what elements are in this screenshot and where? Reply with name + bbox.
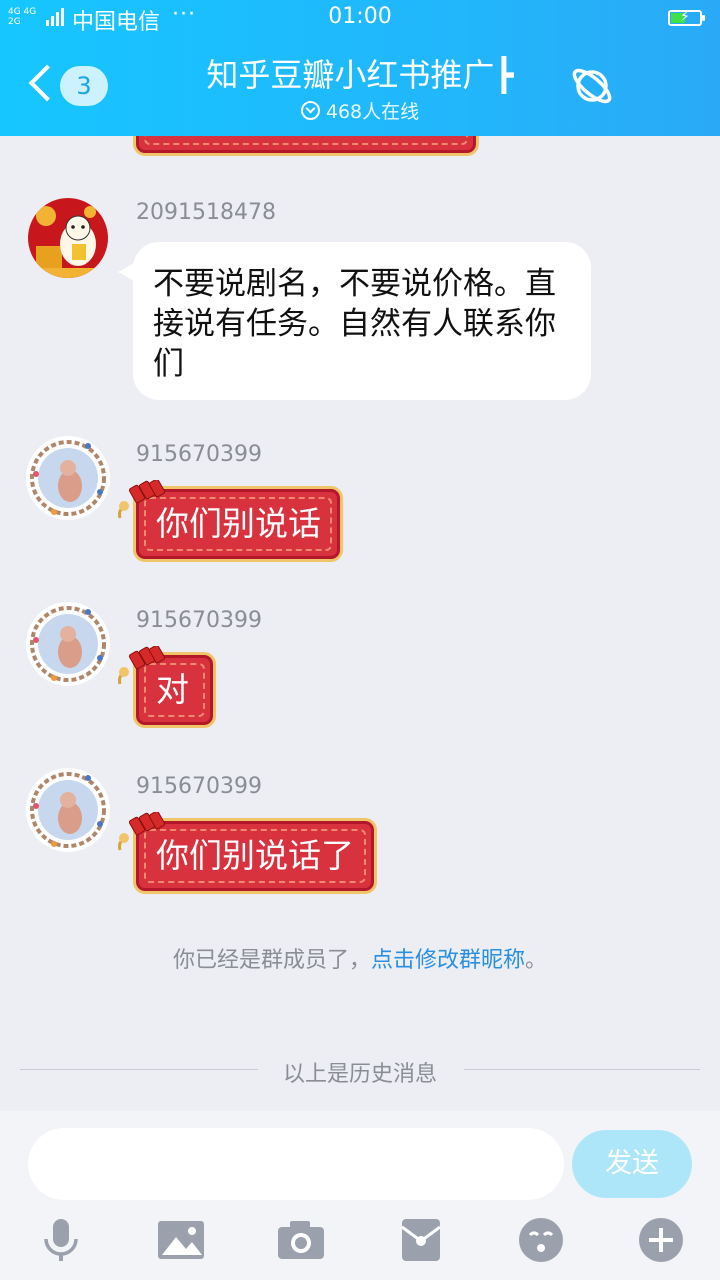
input-bar: 发送 <box>0 1111 720 1280</box>
firecracker-icon <box>118 646 166 685</box>
camera-icon[interactable] <box>276 1215 326 1265</box>
avatar[interactable] <box>24 434 112 522</box>
divider-line-right <box>464 1069 700 1070</box>
message-bubble[interactable]: 不要说剧名，不要说价格。直接说有任务。自然有人联系你们 <box>133 242 591 400</box>
firecracker-icon <box>118 812 166 851</box>
lucky-cat-avatar-icon <box>28 198 108 278</box>
floral-wreath-avatar-icon <box>26 436 110 520</box>
top-bar: 4G 4G 2G 中国电信 ··· 01:00 ⚡ 3 知乎豆瓣小红书推广┣ 4… <box>0 0 720 136</box>
sender-name[interactable]: 915670399 <box>136 442 262 467</box>
floral-wreath-avatar-icon <box>26 768 110 852</box>
image-icon[interactable] <box>156 1215 206 1265</box>
message-list[interactable]: 2091518478 不要说剧名，不要说价格。直接说有任务。自然有人联系你们 9… <box>0 136 720 1111</box>
avatar[interactable] <box>28 198 108 278</box>
emoji-icon[interactable] <box>516 1215 566 1265</box>
system-notice-prefix: 你已经是群成员了， <box>172 948 371 973</box>
system-notice: 你已经是群成员了，点击修改群昵称。 <box>0 942 720 974</box>
battery-icon: ⚡ <box>668 9 705 26</box>
previous-message-bubble[interactable] <box>133 136 479 156</box>
firecracker-icon <box>118 480 166 519</box>
message-input[interactable] <box>28 1128 564 1200</box>
system-notice-suffix: 。 <box>525 948 548 973</box>
group-info-button[interactable] <box>568 62 616 110</box>
red-packet-icon[interactable] <box>396 1215 446 1265</box>
send-button[interactable]: 发送 <box>572 1130 692 1198</box>
chevron-down-circle-icon <box>300 101 320 120</box>
history-divider: 以上是历史消息 <box>20 1056 700 1087</box>
avatar[interactable] <box>24 766 112 854</box>
edit-nickname-link[interactable]: 点击修改群昵称 <box>371 948 525 973</box>
avatar[interactable] <box>24 600 112 688</box>
message-text: 你们别说话了 <box>156 836 354 875</box>
sender-name[interactable]: 915670399 <box>136 608 262 633</box>
sender-name[interactable]: 915670399 <box>136 774 262 799</box>
status-time: 01:00 <box>328 4 392 29</box>
planet-icon <box>572 68 612 104</box>
history-divider-text: 以上是历史消息 <box>282 1062 437 1087</box>
sender-name[interactable]: 2091518478 <box>136 200 276 225</box>
message-text: 你们别说话 <box>156 504 321 543</box>
microphone-icon[interactable] <box>36 1215 86 1265</box>
plus-icon[interactable] <box>636 1215 686 1265</box>
status-bar: 4G 4G 2G 中国电信 ··· 01:00 ⚡ <box>0 0 720 36</box>
floral-wreath-avatar-icon <box>26 602 110 686</box>
online-count-text: 468人在线 <box>325 101 420 123</box>
